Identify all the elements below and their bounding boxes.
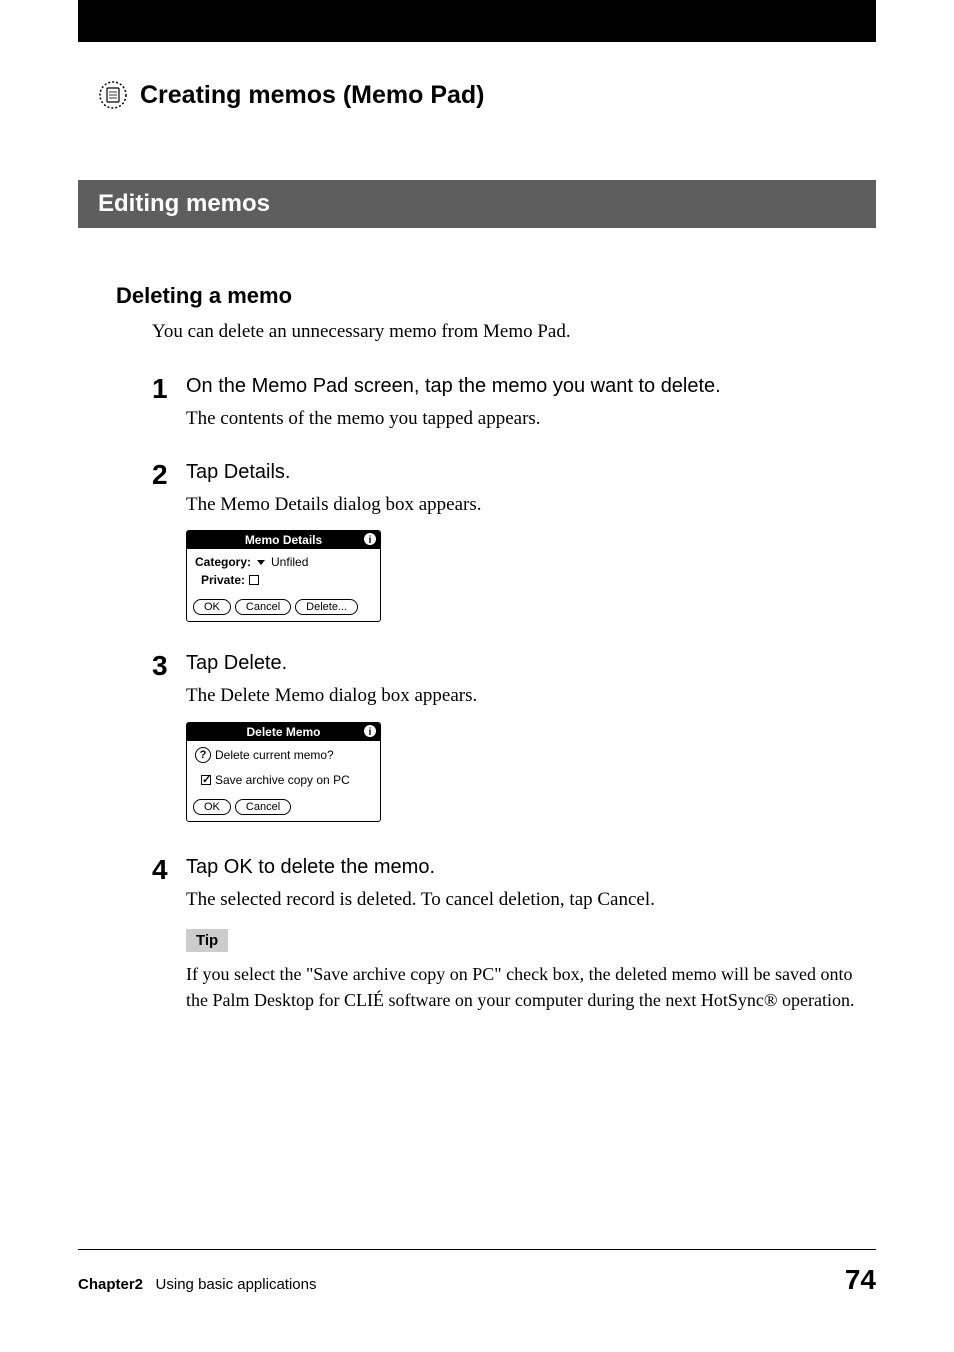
delete-memo-dialog: Delete Memo i ? Delete current memo? Sav…: [186, 722, 381, 822]
tip-text: If you select the "Save archive copy on …: [186, 962, 876, 1012]
info-icon: i: [363, 532, 377, 546]
question-row: ? Delete current memo?: [195, 747, 372, 763]
tip-label: Tip: [186, 929, 228, 952]
step-number: 4: [152, 856, 186, 1013]
memo-details-dialog: Memo Details i Category: Unfiled Private…: [186, 530, 381, 622]
step-title: On the Memo Pad screen, tap the memo you…: [186, 375, 876, 398]
step: 1 On the Memo Pad screen, tap the memo y…: [152, 375, 876, 433]
step: 3 Tap Delete. The Delete Memo dialog box…: [152, 652, 876, 822]
cancel-button: Cancel: [235, 599, 291, 615]
footer-chapter: Chapter2: [78, 1276, 143, 1293]
step-desc: The contents of the memo you tapped appe…: [186, 406, 876, 433]
dropdown-arrow-icon: [257, 560, 265, 565]
intro-text: You can delete an unnecessary memo from …: [152, 321, 876, 343]
page-title-row: Creating memos (Memo Pad): [98, 80, 876, 110]
step: 2 Tap Details. The Memo Details dialog b…: [152, 461, 876, 623]
archive-label: Save archive copy on PC: [215, 773, 350, 787]
section-heading: Editing memos: [78, 180, 876, 228]
private-row: Private:: [195, 573, 372, 587]
step-title: Tap Delete.: [186, 652, 876, 675]
page-title: Creating memos (Memo Pad): [140, 81, 485, 110]
content: Deleting a memo You can delete an unnece…: [78, 283, 876, 1013]
step-desc: The Memo Details dialog box appears.: [186, 492, 876, 519]
category-row: Category: Unfiled: [195, 555, 372, 569]
private-label: Private:: [201, 573, 245, 587]
dialog-title-text: Delete Memo: [246, 725, 320, 739]
step-desc: The Delete Memo dialog box appears.: [186, 683, 876, 710]
top-black-bar: [78, 0, 876, 42]
dialog-title: Memo Details i: [187, 531, 380, 549]
category-label: Category:: [195, 555, 251, 569]
step: 4 Tap OK to delete the memo. The selecte…: [152, 856, 876, 1013]
ok-button: OK: [193, 599, 231, 615]
delete-button: Delete...: [295, 599, 358, 615]
ok-button: OK: [193, 799, 231, 815]
info-icon: i: [363, 724, 377, 738]
memo-pad-icon: [98, 80, 128, 110]
private-checkbox: [249, 575, 259, 585]
archive-row: Save archive copy on PC: [195, 773, 372, 787]
step-title: Tap Details.: [186, 461, 876, 484]
dialog-title-text: Memo Details: [245, 533, 322, 547]
step-number: 1: [152, 375, 186, 433]
footer-left: Chapter2 Using basic applications: [78, 1276, 316, 1293]
step-number: 2: [152, 461, 186, 623]
step-desc: The selected record is deleted. To cance…: [186, 887, 876, 914]
step-title: Tap OK to delete the memo.: [186, 856, 876, 879]
page-footer: Chapter2 Using basic applications 74: [78, 1249, 876, 1296]
dialog-title: Delete Memo i: [187, 723, 380, 741]
svg-text:i: i: [369, 535, 372, 546]
step-number: 3: [152, 652, 186, 822]
svg-text:i: i: [369, 727, 372, 738]
archive-checkbox: [201, 775, 211, 785]
subheading: Deleting a memo: [116, 283, 876, 309]
question-text: Delete current memo?: [215, 748, 334, 762]
footer-chapter-text: Using basic applications: [156, 1276, 317, 1293]
cancel-button: Cancel: [235, 799, 291, 815]
question-icon: ?: [195, 747, 211, 763]
page-number: 74: [845, 1264, 876, 1296]
category-value: Unfiled: [271, 555, 308, 569]
